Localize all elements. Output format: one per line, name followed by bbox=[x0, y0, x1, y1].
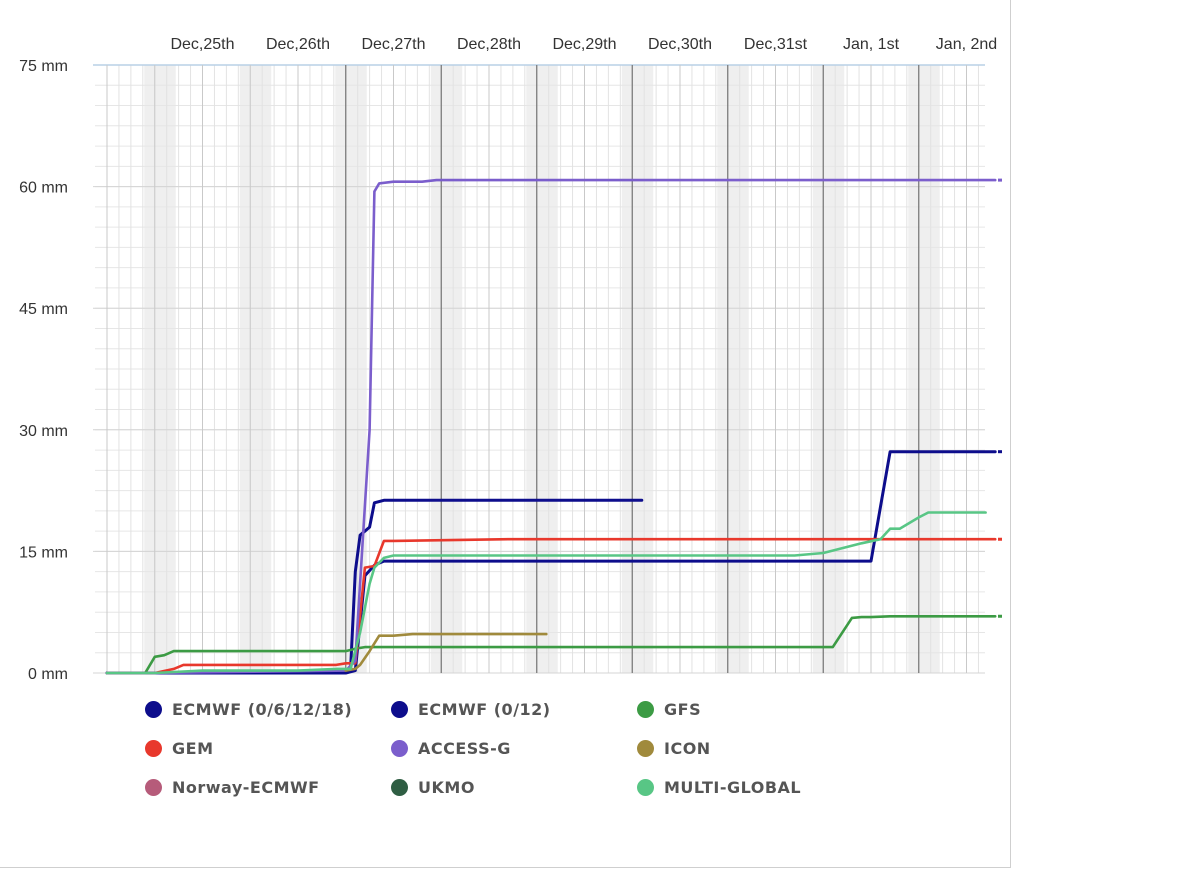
legend-item[interactable]: ACCESS-G bbox=[391, 737, 511, 759]
x-tick-label: Dec,25th bbox=[170, 36, 234, 53]
legend-item[interactable]: GEM bbox=[145, 737, 213, 759]
legend-item[interactable]: ECMWF (0/6/12/18) bbox=[145, 698, 352, 720]
legend-label: ICON bbox=[664, 738, 711, 758]
legend-label: MULTI-GLOBAL bbox=[664, 777, 802, 797]
y-tick-label: 15 mm bbox=[19, 544, 68, 561]
legend-item[interactable]: MULTI-GLOBAL bbox=[637, 776, 801, 798]
y-axis-labels: 0 mm 15 mm 30 mm 45 mm 60 mm 75 mm bbox=[19, 58, 68, 683]
x-axis-labels: Dec,25th Dec,26th Dec,27th Dec,28th Dec,29th… bbox=[170, 36, 997, 53]
legend-label: ACCESS-G bbox=[418, 738, 511, 758]
legend-swatch bbox=[145, 739, 162, 757]
legend-swatch bbox=[391, 739, 408, 757]
frame-border-bottom bbox=[0, 867, 1011, 868]
legend-swatch bbox=[145, 778, 162, 796]
legend-label: ECMWF (0/6/12/18) bbox=[172, 699, 353, 719]
legend-label: Norway-ECMWF bbox=[172, 777, 320, 797]
x-tick-label: Dec,27th bbox=[361, 36, 425, 53]
x-tick-label: Dec,31st bbox=[744, 36, 808, 53]
legend-label: UKMO bbox=[418, 777, 475, 797]
series-end-markers bbox=[998, 178, 1002, 618]
legend-item[interactable]: UKMO bbox=[391, 776, 475, 798]
y-tick-label: 0 mm bbox=[28, 666, 68, 683]
legend-swatch bbox=[637, 739, 654, 757]
legend-swatch bbox=[391, 778, 408, 796]
x-tick-label: Jan, 1st bbox=[843, 36, 900, 53]
y-tick-label: 30 mm bbox=[19, 423, 68, 440]
y-tick-label: 75 mm bbox=[19, 58, 68, 75]
legend-swatch bbox=[637, 700, 654, 718]
legend-label: GEM bbox=[172, 738, 214, 758]
legend-item[interactable]: GFS bbox=[637, 698, 701, 720]
legend-swatch bbox=[145, 700, 162, 718]
frame-border-right bbox=[1010, 0, 1011, 868]
legend-item[interactable]: ECMWF (0/12) bbox=[391, 698, 551, 720]
x-tick-label: Dec,30th bbox=[648, 36, 712, 53]
legend-item[interactable]: ICON bbox=[637, 737, 711, 759]
x-tick-label: Jan, 2nd bbox=[936, 36, 997, 53]
x-tick-label: Dec,26th bbox=[266, 36, 330, 53]
legend-item[interactable]: Norway-ECMWF bbox=[145, 776, 320, 798]
legend-label: ECMWF (0/12) bbox=[418, 699, 551, 719]
legend-swatch bbox=[391, 700, 408, 718]
y-tick-label: 45 mm bbox=[19, 301, 68, 318]
x-tick-label: Dec,28th bbox=[457, 36, 521, 53]
legend-label: GFS bbox=[664, 699, 702, 719]
legend-swatch bbox=[637, 778, 654, 796]
y-tick-label: 60 mm bbox=[19, 180, 68, 197]
x-tick-label: Dec,29th bbox=[552, 36, 616, 53]
